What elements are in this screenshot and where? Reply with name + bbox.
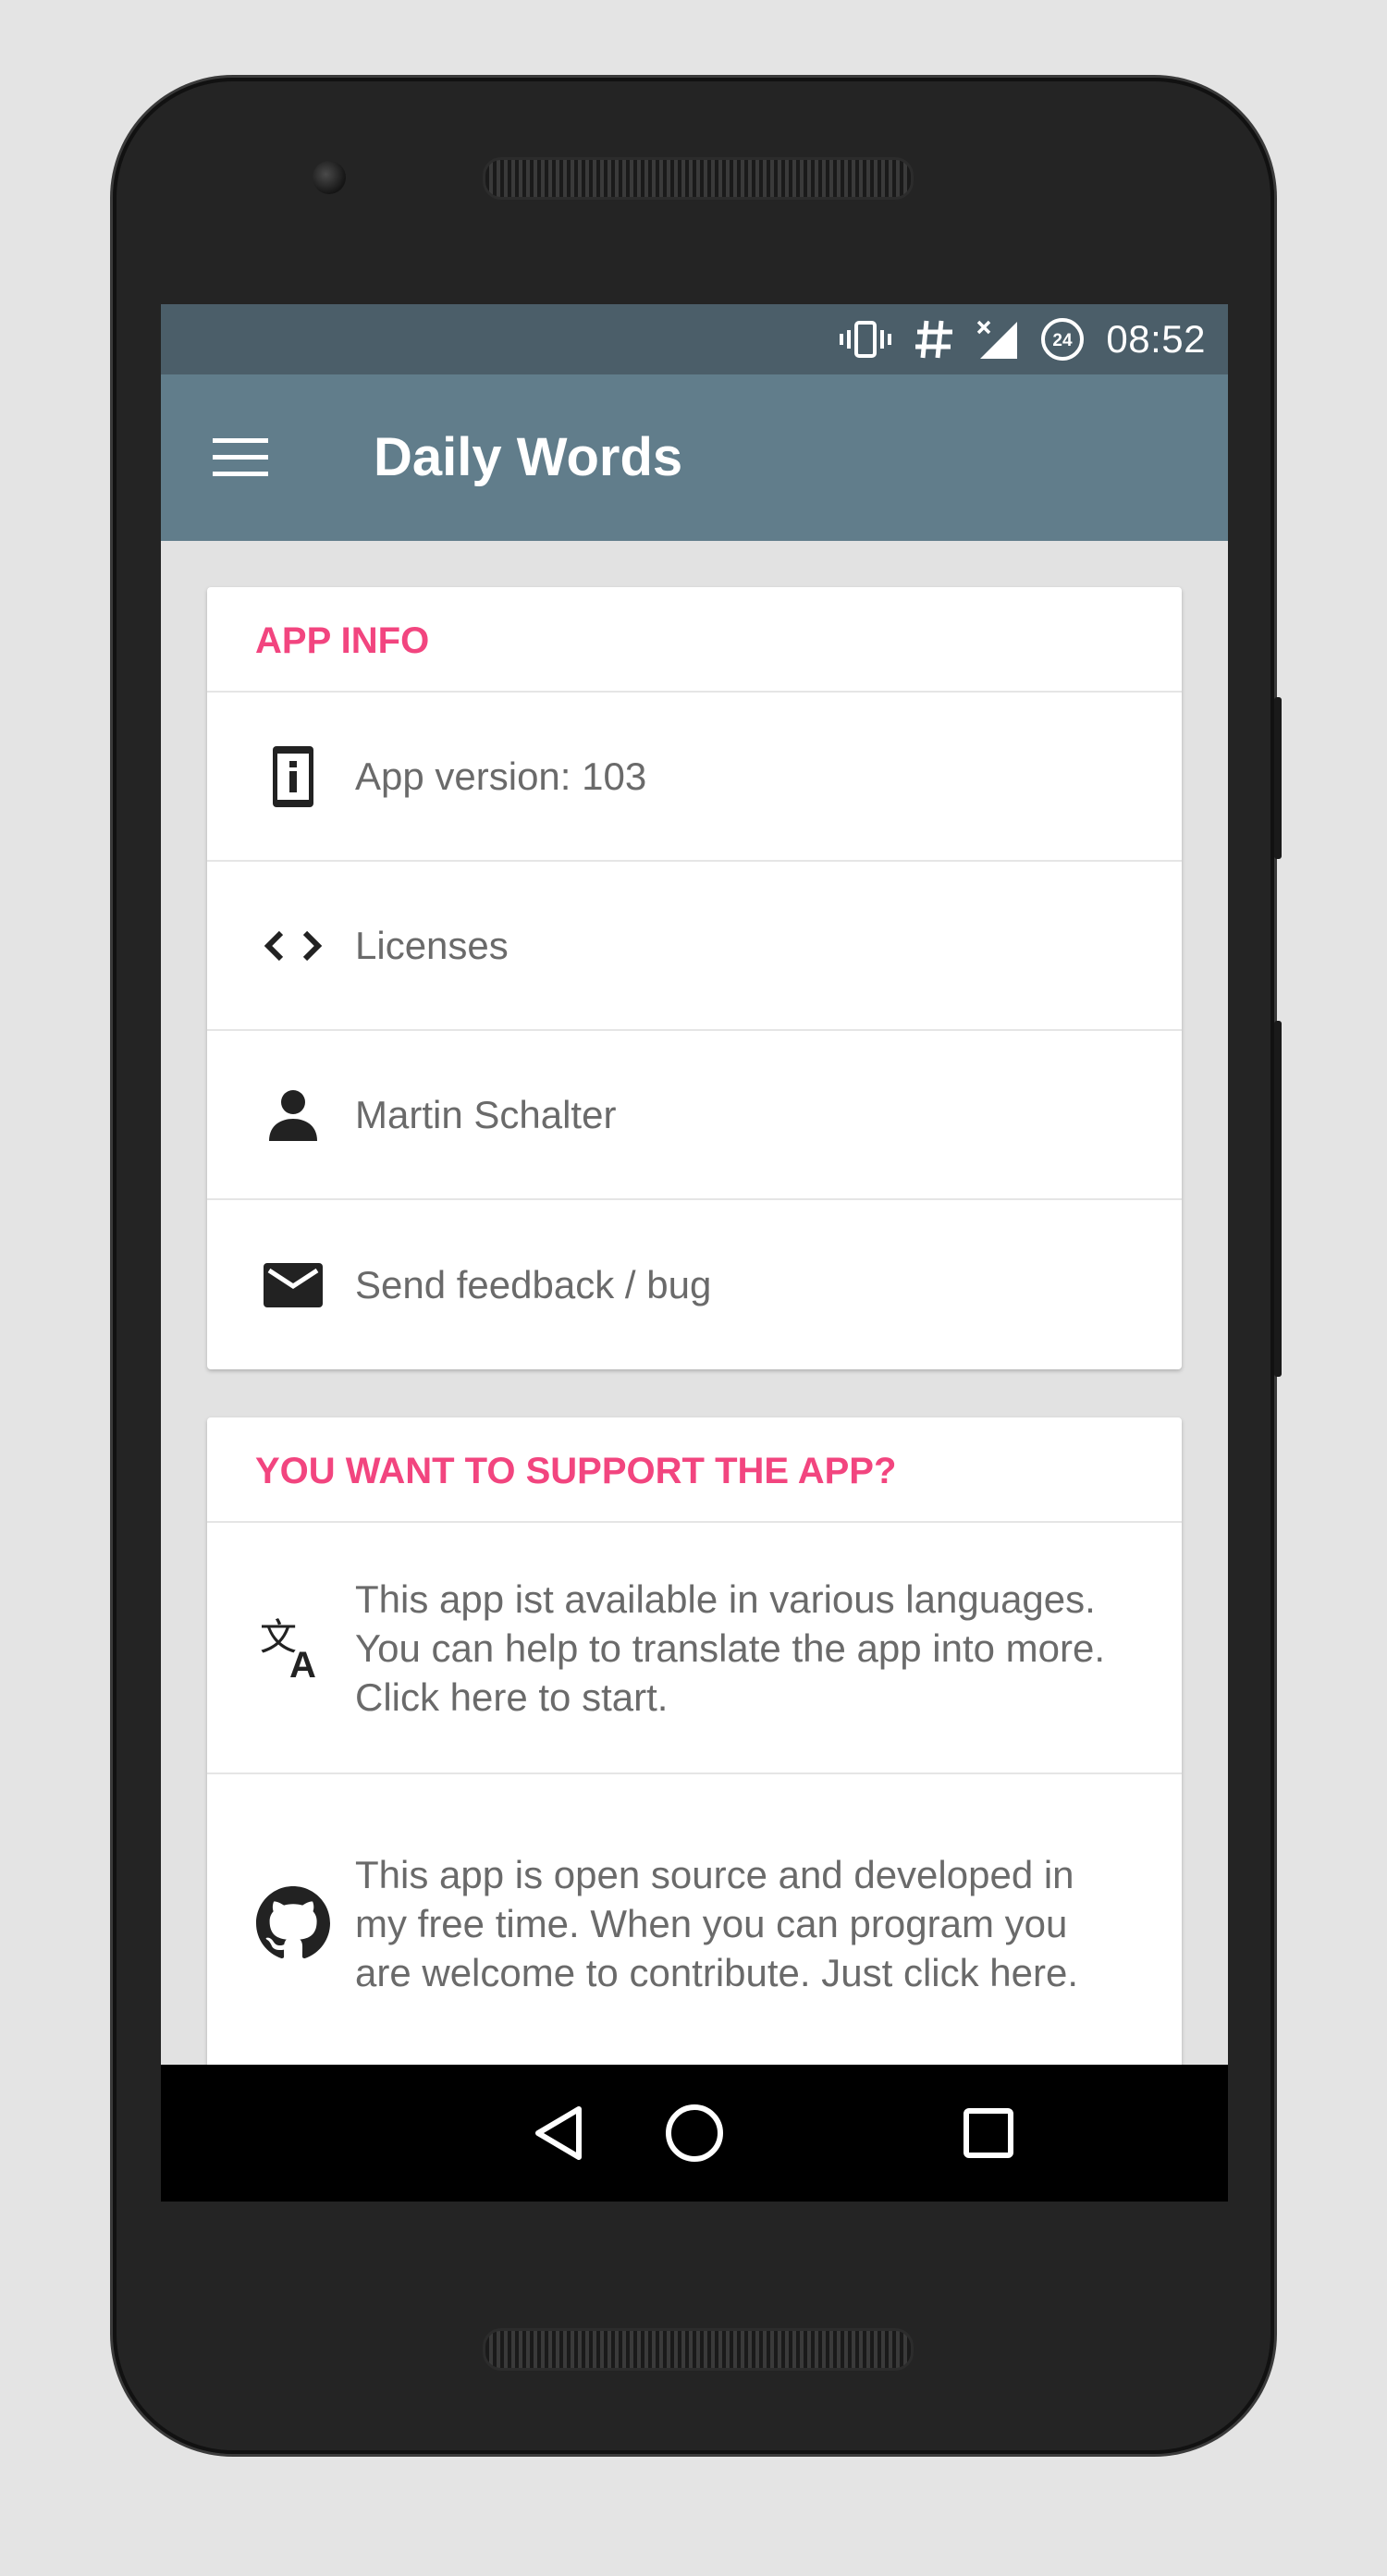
send-feedback-label: Send feedback / bug	[355, 1263, 712, 1306]
translate-icon: 文 A	[252, 1614, 335, 1681]
app-version-label: App version: 103	[355, 754, 647, 798]
no-signal-icon	[975, 318, 1019, 361]
app-version-item[interactable]: App version: 103	[207, 693, 1182, 862]
status-time: 08:52	[1106, 317, 1206, 361]
front-camera	[313, 161, 346, 194]
translate-label: This app ist available in various langua…	[355, 1576, 1106, 1719]
support-header: YOU WANT TO SUPPORT THE APP?	[207, 1417, 1182, 1523]
app-info-header: APP INFO	[207, 587, 1182, 693]
github-item[interactable]: This app is open source and developed in…	[207, 1774, 1182, 2072]
translate-item[interactable]: 文 A This app ist available in various la…	[207, 1523, 1182, 1774]
status-bar: 24 08:52	[161, 304, 1228, 374]
screen: 24 08:52 Daily Words APP INFO App versio…	[161, 304, 1228, 2202]
earpiece-speaker	[483, 157, 914, 200]
person-icon	[252, 1087, 335, 1143]
volume-button	[1274, 1021, 1282, 1377]
navigation-bar	[161, 2065, 1228, 2202]
recents-icon[interactable]	[951, 2096, 1025, 2170]
app-info-icon	[252, 744, 335, 809]
github-label: This app is open source and developed in…	[355, 1852, 1079, 1994]
app-bar: Daily Words	[161, 374, 1228, 541]
hashtag-icon	[914, 317, 954, 362]
send-feedback-item[interactable]: Send feedback / bug	[207, 1200, 1182, 1369]
licenses-label: Licenses	[355, 924, 509, 967]
mail-icon	[252, 1261, 335, 1309]
author-item[interactable]: Martin Schalter	[207, 1031, 1182, 1200]
data-saver-24-icon: 24	[1039, 316, 1086, 362]
vibrate-icon	[838, 319, 893, 360]
hamburger-menu-icon[interactable]	[209, 426, 272, 489]
svg-text:24: 24	[1053, 331, 1074, 350]
code-icon	[252, 927, 335, 964]
back-icon[interactable]	[522, 2096, 595, 2170]
github-icon	[252, 1886, 335, 1960]
app-title: Daily Words	[374, 427, 683, 487]
power-button	[1274, 697, 1282, 859]
app-info-card: APP INFO App version: 103 Licenses Marti…	[207, 587, 1182, 1369]
licenses-item[interactable]: Licenses	[207, 862, 1182, 1031]
bottom-speaker	[483, 2328, 914, 2371]
home-icon[interactable]	[657, 2096, 731, 2170]
author-label: Martin Schalter	[355, 1093, 617, 1136]
svg-text:A: A	[289, 1645, 316, 1681]
